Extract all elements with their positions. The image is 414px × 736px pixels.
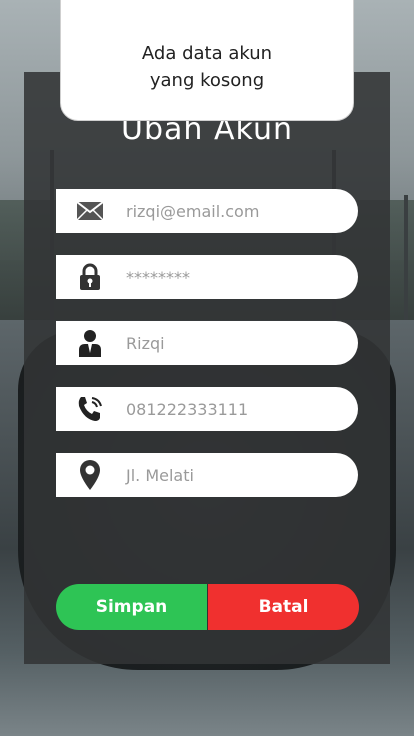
email-field[interactable]: rizqi@email.com xyxy=(56,189,358,233)
mail-icon xyxy=(56,189,124,233)
address-field[interactable]: Jl. Melati xyxy=(56,453,358,497)
toast-message-line-2: yang kosong xyxy=(149,70,265,91)
form-panel xyxy=(24,72,390,664)
email-value: rizqi@email.com xyxy=(126,201,260,221)
location-pin-icon xyxy=(56,453,124,497)
phone-value: 081222333111 xyxy=(126,399,249,419)
background-pole xyxy=(404,195,408,325)
phone-icon xyxy=(56,387,124,431)
phone-field[interactable]: 081222333111 xyxy=(56,387,358,431)
toast-message-line-1: Ada data akun xyxy=(141,43,273,64)
password-field[interactable]: ******** xyxy=(56,255,358,299)
name-field[interactable]: Rizqi xyxy=(56,321,358,365)
lock-icon xyxy=(56,255,124,299)
user-icon xyxy=(56,321,124,365)
address-value: Jl. Melati xyxy=(126,465,194,485)
empty-data-toast: Ada data akun yang kosong xyxy=(60,0,354,121)
name-value: Rizqi xyxy=(126,333,165,353)
save-button[interactable]: Simpan xyxy=(56,584,207,630)
cancel-button[interactable]: Batal xyxy=(208,584,359,630)
password-value: ******** xyxy=(126,267,190,287)
